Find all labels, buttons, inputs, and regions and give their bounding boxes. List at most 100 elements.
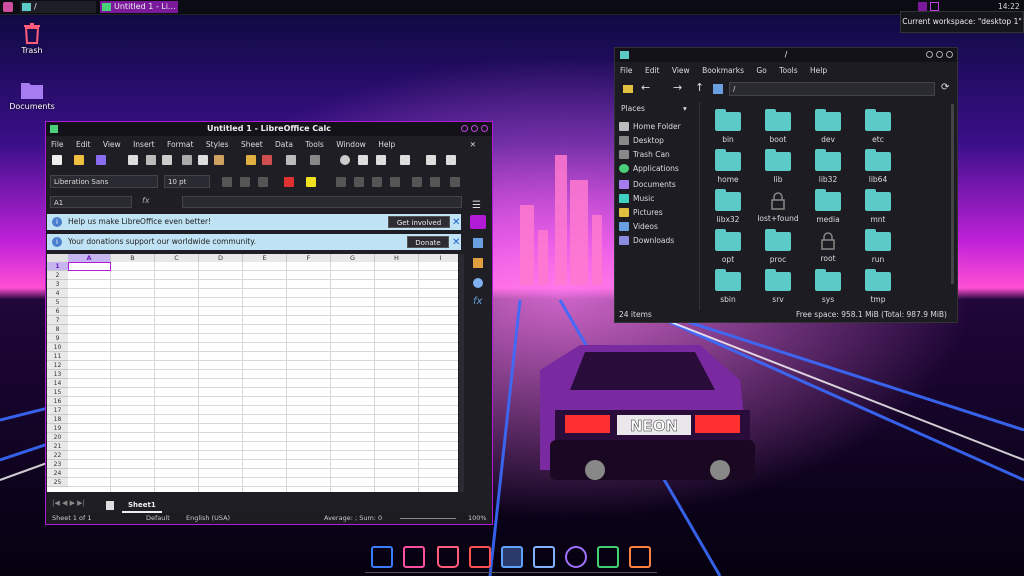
folder-item[interactable]: sys bbox=[805, 269, 851, 304]
desktop-icon-documents[interactable]: Documents bbox=[4, 80, 60, 111]
menu-help[interactable]: Help bbox=[810, 66, 827, 75]
redo-icon[interactable] bbox=[310, 155, 320, 165]
close-button[interactable] bbox=[481, 125, 488, 132]
folder-item[interactable]: media bbox=[805, 189, 851, 224]
get-involved-button[interactable]: Get involved bbox=[388, 216, 450, 228]
folder-item[interactable]: tmp bbox=[855, 269, 901, 304]
column-header-c[interactable]: C bbox=[155, 254, 199, 262]
styles-icon[interactable] bbox=[473, 238, 483, 248]
row-header-2[interactable]: 2 bbox=[47, 271, 68, 280]
menu-edit[interactable]: Edit bbox=[76, 140, 91, 149]
clear-formatting-icon[interactable] bbox=[262, 155, 272, 165]
underline-icon[interactable] bbox=[258, 177, 268, 187]
selected-cell-a1[interactable] bbox=[68, 262, 111, 271]
properties-icon[interactable] bbox=[470, 215, 486, 229]
folder-item[interactable]: sbin bbox=[705, 269, 751, 304]
maximize-button[interactable] bbox=[936, 51, 943, 58]
open-icon[interactable] bbox=[74, 155, 84, 165]
row-header-22[interactable]: 22 bbox=[47, 451, 68, 460]
terminal-icon[interactable] bbox=[403, 546, 425, 568]
place-documents[interactable]: Documents bbox=[619, 178, 676, 191]
font-color-icon[interactable] bbox=[284, 177, 294, 187]
vertical-scrollbar[interactable] bbox=[459, 254, 464, 492]
menu-file[interactable]: File bbox=[620, 66, 633, 75]
menu-window[interactable]: Window bbox=[336, 140, 366, 149]
row-header-6[interactable]: 6 bbox=[47, 307, 68, 316]
menu-edit[interactable]: Edit bbox=[645, 66, 660, 75]
refresh-icon[interactable]: ⟳ bbox=[941, 82, 949, 93]
autofilter-icon[interactable] bbox=[446, 155, 456, 165]
places-header[interactable]: Places ▾ bbox=[621, 104, 687, 113]
zoom-slider[interactable] bbox=[400, 518, 456, 519]
column-header-i[interactable]: I bbox=[419, 254, 458, 262]
app-menu-icon[interactable] bbox=[3, 2, 13, 12]
menu-file[interactable]: File bbox=[51, 140, 64, 149]
menu-format[interactable]: Format bbox=[167, 140, 193, 149]
menu-tools[interactable]: Tools bbox=[305, 140, 323, 149]
folder-item[interactable]: home bbox=[705, 149, 751, 184]
place-applications[interactable]: Applications bbox=[619, 162, 679, 175]
row-header-21[interactable]: 21 bbox=[47, 442, 68, 451]
menu-data[interactable]: Data bbox=[275, 140, 293, 149]
menu-tools[interactable]: Tools bbox=[779, 66, 797, 75]
folder-item[interactable]: proc bbox=[755, 229, 801, 264]
up-icon[interactable]: ↑ bbox=[695, 81, 704, 94]
column-header-a[interactable]: A bbox=[68, 254, 111, 262]
document-viewer-icon[interactable] bbox=[533, 546, 555, 568]
folder-item[interactable]: dev bbox=[805, 109, 851, 144]
path-bar[interactable]: / bbox=[729, 82, 935, 96]
row-header-15[interactable]: 15 bbox=[47, 388, 68, 397]
file-manager-icon[interactable] bbox=[629, 546, 651, 568]
row-header-4[interactable]: 4 bbox=[47, 289, 68, 298]
calc-titlebar[interactable]: Untitled 1 - LibreOffice Calc bbox=[46, 122, 492, 136]
folder-item[interactable]: boot bbox=[755, 109, 801, 144]
row-header-24[interactable]: 24 bbox=[47, 469, 68, 478]
close-icon[interactable]: ✕ bbox=[452, 215, 460, 231]
media-player-icon[interactable] bbox=[565, 546, 587, 568]
font-size-box[interactable]: 10 pt bbox=[164, 175, 210, 188]
column-header-f[interactable]: F bbox=[287, 254, 331, 262]
function-wizard-icon[interactable]: fx bbox=[142, 196, 150, 205]
place-music[interactable]: Music bbox=[619, 192, 654, 205]
place-desktop[interactable]: Desktop bbox=[619, 134, 664, 147]
taskbar-entry-calc[interactable]: Untitled 1 - Li... bbox=[100, 1, 178, 13]
row-header-19[interactable]: 19 bbox=[47, 424, 68, 433]
column-header-b[interactable]: B bbox=[111, 254, 155, 262]
save-icon[interactable] bbox=[96, 155, 106, 165]
maximize-button[interactable] bbox=[471, 125, 478, 132]
valign-icon[interactable] bbox=[450, 177, 460, 187]
row-header-11[interactable]: 11 bbox=[47, 352, 68, 361]
justify-icon[interactable] bbox=[390, 177, 400, 187]
column-icon[interactable] bbox=[400, 155, 410, 165]
taskbar-entry-filemanager[interactable]: / bbox=[20, 1, 96, 13]
folder-item[interactable]: lib64 bbox=[855, 149, 901, 184]
highlight-icon[interactable] bbox=[306, 177, 316, 187]
folder-item[interactable]: opt bbox=[705, 229, 751, 264]
functions-icon[interactable]: fx bbox=[473, 296, 482, 307]
wrap-icon[interactable] bbox=[412, 177, 422, 187]
find-icon[interactable] bbox=[340, 155, 350, 165]
row-icon[interactable] bbox=[376, 155, 386, 165]
row-header-8[interactable]: 8 bbox=[47, 325, 68, 334]
row-header-7[interactable]: 7 bbox=[47, 316, 68, 325]
forward-icon[interactable]: → bbox=[673, 81, 682, 94]
place-videos[interactable]: Videos bbox=[619, 220, 658, 233]
formula-input[interactable] bbox=[182, 196, 462, 208]
menu-bookmarks[interactable]: Bookmarks bbox=[702, 66, 744, 75]
add-sheet-icon[interactable] bbox=[106, 501, 114, 510]
new-tab-icon[interactable] bbox=[623, 85, 633, 93]
folder-item[interactable]: lib32 bbox=[805, 149, 851, 184]
bold-icon[interactable] bbox=[222, 177, 232, 187]
folder-item[interactable]: root bbox=[805, 232, 851, 263]
folder-item[interactable]: srv bbox=[755, 269, 801, 304]
place-home-folder[interactable]: Home Folder bbox=[619, 120, 681, 133]
spreadsheet-grid[interactable]: A B C D E F G H I 1 2 3 4 5 6 7 8 9 10 11 12 13 14 15 16 17 18 19 20… bbox=[47, 254, 458, 492]
menu-help[interactable]: Help bbox=[378, 140, 395, 149]
folder-item[interactable]: mnt bbox=[855, 189, 901, 224]
column-header-e[interactable]: E bbox=[243, 254, 287, 262]
align-right-icon[interactable] bbox=[372, 177, 382, 187]
sort-icon[interactable] bbox=[426, 155, 436, 165]
show-desktop-icon[interactable] bbox=[371, 546, 393, 568]
gallery-icon[interactable] bbox=[473, 258, 483, 268]
text-editor-icon[interactable] bbox=[501, 546, 523, 568]
